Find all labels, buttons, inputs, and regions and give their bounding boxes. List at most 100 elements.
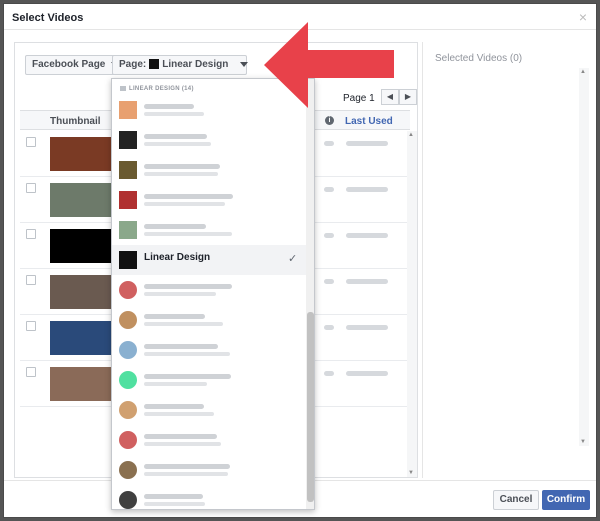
page-avatar bbox=[119, 221, 137, 239]
dropdown-item[interactable] bbox=[112, 485, 306, 509]
page-avatar bbox=[119, 491, 137, 509]
blurred-page-meta bbox=[144, 112, 204, 116]
row-value bbox=[324, 371, 334, 376]
scroll-up-icon: ▲ bbox=[580, 69, 586, 75]
blurred-page-meta bbox=[144, 232, 232, 236]
page-avatar bbox=[119, 161, 137, 179]
dropdown-item[interactable] bbox=[112, 185, 306, 215]
blurred-page-name bbox=[144, 434, 217, 439]
page-dropdown[interactable]: Page: Linear Design bbox=[112, 55, 249, 75]
next-page-button[interactable]: ▶ bbox=[399, 89, 417, 105]
dropdown-item[interactable] bbox=[112, 215, 306, 245]
page-group-icon bbox=[120, 86, 126, 91]
blurred-page-name bbox=[144, 134, 207, 139]
blurred-page-name bbox=[144, 194, 233, 199]
row-value bbox=[324, 233, 334, 238]
column-last-used[interactable]: Last Used bbox=[345, 116, 393, 127]
confirm-button[interactable]: Confirm bbox=[542, 490, 590, 510]
dropdown-item[interactable] bbox=[112, 305, 306, 335]
dropdown-section-title: LINEAR DESIGN (14) bbox=[129, 86, 194, 93]
dropdown-item-selected[interactable]: Linear Design ✓ bbox=[112, 245, 306, 275]
blurred-page-name bbox=[144, 284, 232, 289]
page-avatar bbox=[119, 281, 137, 299]
blurred-page-meta bbox=[144, 172, 218, 176]
dropdown-scrollbar[interactable] bbox=[306, 79, 314, 509]
column-thumbnail: Thumbnail bbox=[50, 116, 101, 127]
selected-videos-title: Selected Videos (0) bbox=[435, 53, 523, 64]
selected-scrollbar[interactable]: ▲ ▼ bbox=[579, 68, 589, 446]
close-icon[interactable]: × bbox=[579, 9, 587, 25]
dropdown-item[interactable] bbox=[112, 125, 306, 155]
page-dropdown-menu: LINEAR DESIGN (14) Linear Design ✓ bbox=[111, 78, 315, 510]
blurred-page-meta bbox=[144, 202, 225, 206]
row-checkbox[interactable] bbox=[26, 367, 36, 377]
video-thumbnail bbox=[50, 321, 112, 355]
scroll-down-icon: ▼ bbox=[408, 470, 414, 476]
page-avatar bbox=[119, 101, 137, 119]
dropdown-item[interactable] bbox=[112, 155, 306, 185]
page-avatar bbox=[119, 251, 137, 269]
dropdown-item[interactable] bbox=[112, 365, 306, 395]
row-last-used bbox=[346, 279, 388, 284]
video-thumbnail bbox=[50, 183, 112, 217]
blurred-page-name bbox=[144, 374, 231, 379]
dropdown-item[interactable] bbox=[112, 275, 306, 305]
blurred-page-meta bbox=[144, 322, 223, 326]
blurred-page-meta bbox=[144, 472, 228, 476]
page-avatar bbox=[119, 311, 137, 329]
cancel-button[interactable]: Cancel bbox=[493, 490, 539, 510]
info-icon[interactable]: i bbox=[325, 116, 334, 125]
dropdown-section-header: LINEAR DESIGN (14) bbox=[120, 86, 194, 92]
dropdown-scrollbar-thumb[interactable] bbox=[307, 312, 314, 502]
video-thumbnail bbox=[50, 137, 112, 171]
row-checkbox[interactable] bbox=[26, 229, 36, 239]
row-last-used bbox=[346, 187, 388, 192]
row-checkbox[interactable] bbox=[26, 275, 36, 285]
row-value bbox=[324, 141, 334, 146]
row-last-used bbox=[346, 141, 388, 146]
blurred-page-meta bbox=[144, 292, 216, 296]
dropdown-item[interactable] bbox=[112, 425, 306, 455]
red-arrow-annotation bbox=[264, 22, 394, 108]
row-last-used bbox=[346, 371, 388, 376]
page-avatar bbox=[119, 431, 137, 449]
blurred-page-meta bbox=[144, 442, 221, 446]
video-thumbnail bbox=[50, 275, 112, 309]
blurred-page-meta bbox=[144, 502, 205, 506]
row-checkbox[interactable] bbox=[26, 137, 36, 147]
page-avatar bbox=[119, 401, 137, 419]
chevron-down-icon bbox=[240, 61, 249, 67]
blurred-page-name bbox=[144, 104, 194, 109]
page-avatar bbox=[119, 371, 137, 389]
header-spacer bbox=[26, 115, 36, 125]
page-avatar bbox=[119, 461, 137, 479]
selected-videos-panel: Selected Videos (0) ▲ ▼ bbox=[422, 42, 592, 478]
table-scrollbar[interactable]: ▲ ▼ bbox=[407, 131, 417, 477]
blurred-page-meta bbox=[144, 142, 211, 146]
row-checkbox[interactable] bbox=[26, 183, 36, 193]
video-thumbnail bbox=[50, 229, 112, 263]
row-last-used bbox=[346, 233, 388, 238]
check-icon: ✓ bbox=[288, 253, 298, 265]
blurred-page-meta bbox=[144, 382, 207, 386]
scroll-up-icon: ▲ bbox=[408, 132, 414, 138]
page-avatar bbox=[119, 131, 137, 149]
dialog-title: Select Videos bbox=[12, 12, 84, 24]
blurred-page-name bbox=[144, 344, 218, 349]
dropdown-item[interactable] bbox=[112, 395, 306, 425]
row-checkbox[interactable] bbox=[26, 321, 36, 331]
blurred-page-name bbox=[144, 224, 206, 229]
blurred-page-meta bbox=[144, 352, 230, 356]
blurred-page-name bbox=[144, 464, 230, 469]
blurred-page-name bbox=[144, 314, 205, 319]
blurred-page-name bbox=[144, 404, 204, 409]
dropdown-item[interactable] bbox=[112, 455, 306, 485]
row-last-used bbox=[346, 325, 388, 330]
select-videos-dialog: Select Videos × Facebook Page Page: Linea… bbox=[3, 3, 597, 518]
dropdown-item[interactable] bbox=[112, 335, 306, 365]
page-avatar bbox=[119, 341, 137, 359]
arrow-shape bbox=[264, 22, 394, 108]
blurred-page-name bbox=[144, 494, 203, 499]
page-dropdown-prefix: Page: bbox=[119, 59, 147, 70]
page-avatar-icon bbox=[149, 59, 160, 70]
